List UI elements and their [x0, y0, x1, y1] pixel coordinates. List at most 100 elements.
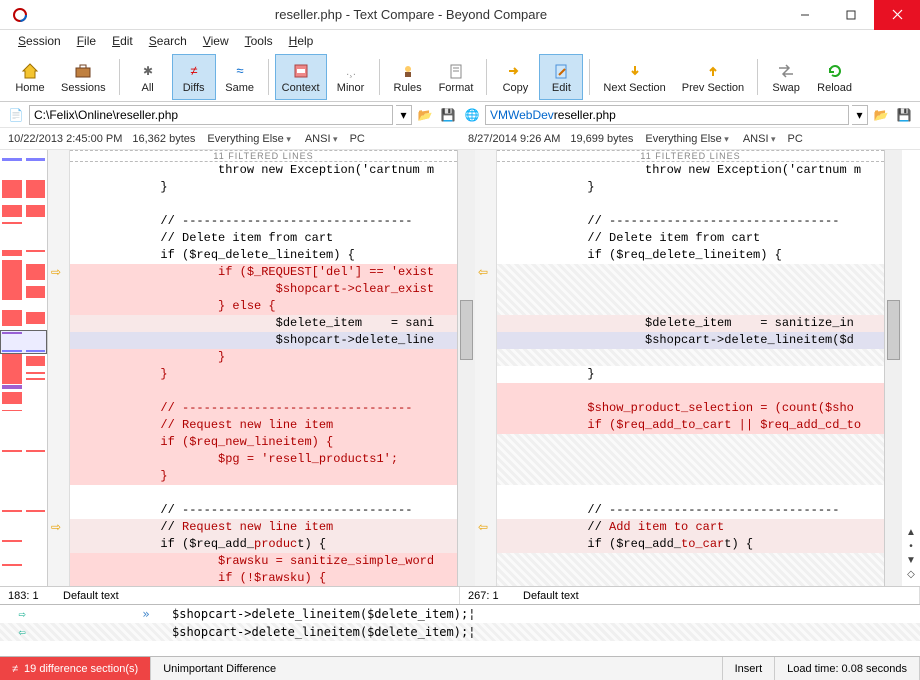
code-line[interactable]: [497, 383, 884, 400]
code-line[interactable]: // --------------------------------: [70, 502, 457, 519]
code-line[interactable]: } else {: [70, 298, 457, 315]
toolbar-prev-section-button[interactable]: Prev Section: [675, 54, 751, 100]
code-line[interactable]: // --------------------------------: [70, 213, 457, 230]
code-line[interactable]: }: [70, 179, 457, 196]
code-line[interactable]: // Add item to cart: [497, 519, 884, 536]
thumbnail-overview[interactable]: ▶: [0, 150, 48, 586]
code-line[interactable]: // Delete item from cart: [497, 230, 884, 247]
menu-session[interactable]: Session: [10, 32, 69, 50]
code-line[interactable]: [70, 196, 457, 213]
toolbar-minor-button[interactable]: .¸.Minor: [329, 54, 373, 100]
code-line[interactable]: [497, 451, 884, 468]
left-path-dropdown[interactable]: ▾: [396, 105, 412, 125]
code-line[interactable]: }: [497, 179, 884, 196]
diff-marker-icon[interactable]: ⇨: [51, 265, 61, 279]
code-line[interactable]: [497, 434, 884, 451]
code-line[interactable]: $shopcart->delete_line: [70, 332, 457, 349]
right-open-button[interactable]: 📂: [871, 105, 891, 125]
code-line[interactable]: [497, 570, 884, 586]
code-line[interactable]: // Request new line item: [70, 519, 457, 536]
right-save-button[interactable]: 💾: [894, 105, 914, 125]
toolbar-diffs-button[interactable]: ≠Diffs: [172, 54, 216, 100]
menu-view[interactable]: View: [195, 32, 237, 50]
code-line[interactable]: if ($_REQUEST['del'] == 'exist: [70, 264, 457, 281]
left-encoding-dropdown[interactable]: ANSI: [303, 133, 340, 145]
toolbar-home-button[interactable]: Home: [8, 54, 52, 100]
toolbar-next-section-button[interactable]: Next Section: [596, 54, 672, 100]
right-encoding-dropdown[interactable]: ANSI: [741, 133, 778, 145]
code-line[interactable]: [497, 281, 884, 298]
left-filter-dropdown[interactable]: Everything Else: [205, 133, 292, 145]
code-line[interactable]: if ($req_add_product) {: [70, 536, 457, 553]
code-line[interactable]: // --------------------------------: [497, 213, 884, 230]
copy-right-icon[interactable]: ⇨: [0, 607, 44, 621]
minimize-button[interactable]: [782, 0, 828, 30]
menu-help[interactable]: Help: [281, 32, 322, 50]
nav-dot-icon[interactable]: •: [909, 541, 913, 552]
left-pane[interactable]: 11 FILTERED LINES throw new Exception('c…: [70, 150, 457, 586]
right-pane[interactable]: 11 FILTERED LINES throw new Exception('c…: [497, 150, 884, 586]
right-scrollbar[interactable]: [884, 150, 902, 586]
toolbar-same-button[interactable]: ≈Same: [218, 54, 262, 100]
right-path-dropdown[interactable]: ▾: [852, 105, 868, 125]
menu-search[interactable]: Search: [141, 32, 195, 50]
code-line[interactable]: }: [70, 468, 457, 485]
toolbar-format-button[interactable]: Format: [432, 54, 481, 100]
code-line[interactable]: [70, 485, 457, 502]
toolbar-context-button[interactable]: Context: [275, 54, 327, 100]
overview-viewport[interactable]: [0, 330, 47, 354]
right-path-input[interactable]: VMWebDev reseller.php: [485, 105, 849, 125]
code-line[interactable]: [497, 349, 884, 366]
code-line[interactable]: // --------------------------------: [497, 502, 884, 519]
nav-end-icon[interactable]: ◇: [907, 569, 915, 580]
diff-marker-icon[interactable]: ⇦: [478, 265, 488, 279]
left-scrollbar[interactable]: [457, 150, 475, 586]
toolbar-sessions-button[interactable]: Sessions: [54, 54, 113, 100]
menu-edit[interactable]: Edit: [104, 32, 141, 50]
menu-file[interactable]: File: [69, 32, 104, 50]
code-line[interactable]: $shopcart->delete_lineitem($d: [497, 332, 884, 349]
toolbar-all-button[interactable]: ✱All: [126, 54, 170, 100]
toolbar-edit-button[interactable]: Edit: [539, 54, 583, 100]
toolbar-copy-button[interactable]: Copy: [493, 54, 537, 100]
code-line[interactable]: [70, 383, 457, 400]
maximize-button[interactable]: [828, 0, 874, 30]
code-line[interactable]: // Request new line item: [70, 417, 457, 434]
code-line[interactable]: $shopcart->clear_exist: [70, 281, 457, 298]
code-line[interactable]: if ($req_delete_lineitem) {: [497, 247, 884, 264]
code-line[interactable]: if ($req_delete_lineitem) {: [70, 247, 457, 264]
code-line[interactable]: [497, 196, 884, 213]
right-filter-dropdown[interactable]: Everything Else: [643, 133, 730, 145]
code-line[interactable]: if ($req_add_to_cart) {: [497, 536, 884, 553]
right-path-link[interactable]: VMWebDev: [490, 108, 554, 122]
code-line[interactable]: $delete_item = sani: [70, 315, 457, 332]
code-line[interactable]: throw new Exception('cartnum m: [497, 162, 884, 179]
section-nav-icon[interactable]: »: [124, 607, 168, 621]
code-line[interactable]: // Delete item from cart: [70, 230, 457, 247]
diff-marker-icon[interactable]: ⇦: [478, 520, 488, 534]
code-line[interactable]: }: [70, 366, 457, 383]
code-line[interactable]: $show_product_selection = (count($sho: [497, 400, 884, 417]
copy-left-icon[interactable]: ⇦: [0, 625, 44, 639]
code-line[interactable]: // --------------------------------: [70, 400, 457, 417]
nav-down-icon[interactable]: ▼: [906, 555, 916, 566]
menu-tools[interactable]: Tools: [237, 32, 281, 50]
left-save-button[interactable]: 💾: [438, 105, 458, 125]
code-line[interactable]: [497, 468, 884, 485]
nav-up-icon[interactable]: ▲: [906, 527, 916, 538]
code-line[interactable]: }: [497, 366, 884, 383]
code-line[interactable]: $delete_item = sanitize_in: [497, 315, 884, 332]
code-line[interactable]: [497, 264, 884, 281]
code-line[interactable]: [497, 298, 884, 315]
code-line[interactable]: if ($req_new_lineitem) {: [70, 434, 457, 451]
diff-marker-icon[interactable]: ⇨: [51, 520, 61, 534]
code-line[interactable]: [497, 485, 884, 502]
code-line[interactable]: if (!$rawsku) {: [70, 570, 457, 586]
code-line[interactable]: if ($req_add_to_cart || $req_add_cd_to: [497, 417, 884, 434]
toolbar-reload-button[interactable]: Reload: [810, 54, 859, 100]
code-line[interactable]: $rawsku = sanitize_simple_word: [70, 553, 457, 570]
left-path-input[interactable]: [29, 105, 393, 125]
close-button[interactable]: [874, 0, 920, 30]
left-open-button[interactable]: 📂: [415, 105, 435, 125]
toolbar-swap-button[interactable]: Swap: [764, 54, 808, 100]
